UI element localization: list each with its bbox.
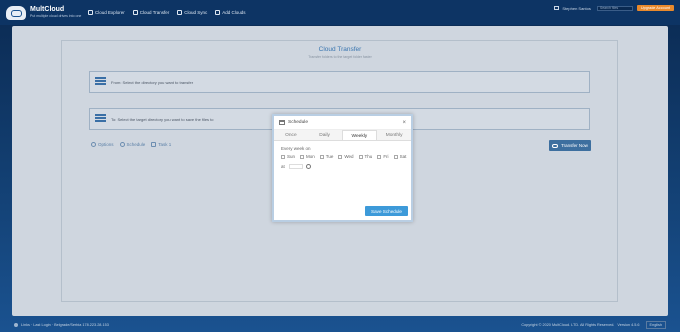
nav-label: Cloud Transfer [139,10,170,15]
user-menu[interactable]: Stephen Santos [554,5,591,11]
user-icon [554,6,560,10]
copyright: Copyright © 2020 MultCloud. LTD. All Rig… [521,322,615,327]
options-button[interactable]: Options [91,142,114,147]
time-input[interactable] [288,164,303,169]
from-label: From: Select the directory you want to t… [111,79,194,85]
schedule-dialog: Schedule × Once Daily Weekly Monthly Eve… [272,114,413,222]
cloud-logo-icon [6,5,26,20]
schedule-tabs: Once Daily Weekly Monthly [274,130,411,141]
logo-name: MultCloud [30,6,65,13]
tab-monthly[interactable]: Monthly [377,130,411,140]
nav-label: Cloud Sync [184,10,208,15]
task-label: Task 1 [158,142,172,147]
checkbox[interactable] [393,154,398,159]
nav-add-clouds[interactable]: Add Clouds [215,10,246,15]
upgrade-button[interactable]: Upgrade Account [636,5,674,11]
schedule-label: Schedule [126,142,146,147]
checkbox[interactable] [281,154,285,159]
checkbox[interactable] [338,154,343,159]
checkbox[interactable] [300,154,305,159]
add-cloud-icon [215,10,221,15]
nav-label: Cloud Explorer [95,10,125,15]
day-label: Sun [287,154,296,159]
transfer-options: Options Schedule Task 1 [91,142,177,147]
checkbox[interactable] [358,154,363,159]
day-mon[interactable]: Mon [300,154,315,159]
day-label: Sat [399,154,407,159]
cloud-transfer-icon [552,143,559,148]
transfer-icon [132,10,138,15]
from-directory-box[interactable]: From: Select the directory you want to t… [89,71,590,93]
top-navbar: MultCloud Put multiple cloud drives into… [0,0,680,25]
day-sun[interactable]: Sun [281,154,295,159]
day-wed[interactable]: Wed [338,154,354,159]
page-subtitle: Transfer folders to the target folder fa… [308,55,372,59]
footer: Links · Last Login · Belgrade/Serbia 178… [0,317,680,332]
task-icon [151,142,157,147]
language-select[interactable]: English [645,320,666,329]
nav-cloud-sync[interactable]: Cloud Sync [177,10,207,15]
settings-icon[interactable] [14,322,18,327]
gear-icon [91,142,96,147]
day-tue[interactable]: Tue [319,154,334,159]
tab-daily[interactable]: Daily [308,130,342,140]
transfer-now-button[interactable]: Transfer Now [549,140,591,151]
day-sat[interactable]: Sat [393,154,407,159]
day-label: Tue [325,154,334,159]
folder-list-icon [95,77,106,87]
options-label: Options [98,142,114,147]
tab-weekly[interactable]: Weekly [341,130,378,140]
page-title: Cloud Transfer [318,46,362,53]
schedule-button[interactable]: Schedule [119,142,146,147]
time-row: at [281,164,404,169]
user-name: Stephen Santos [562,5,591,11]
day-fri[interactable]: Fri [377,154,389,159]
day-label: Mon [306,154,315,159]
tab-once[interactable]: Once [274,130,308,140]
logo[interactable]: MultCloud Put multiple cloud drives into… [6,5,88,20]
clock-icon [119,142,125,147]
dialog-header: Schedule × [274,116,411,130]
nav-cloud-transfer[interactable]: Cloud Transfer [132,10,170,15]
version: Version 4.5.6 [617,322,640,327]
dialog-title: Schedule [288,120,309,125]
search-input[interactable]: Search files [596,5,633,11]
to-label: To: Select the target directory you want… [111,116,214,122]
nav-cloud-explorer[interactable]: Cloud Explorer [88,10,125,15]
nav-label: Add Clouds [222,10,246,15]
task-name-button[interactable]: Task 1 [151,142,171,147]
calendar-icon [279,120,285,125]
checkbox[interactable] [377,154,382,159]
folder-list-icon [95,114,106,124]
logo-tagline: Put multiple cloud drives into one [30,14,82,18]
explorer-icon [88,10,93,15]
day-label: Wed [344,154,354,159]
day-thu[interactable]: Thu [358,154,373,159]
dialog-body: Every week on Sun Mon Tue Wed Thu Fri Sa… [274,141,411,174]
transfer-now-label: Transfer Now [561,143,588,148]
header-tools: Stephen Santos Search files Upgrade Acco… [554,5,674,11]
day-label: Thu [364,154,373,159]
close-icon[interactable]: × [402,120,406,126]
checkbox[interactable] [319,154,324,159]
clock-icon[interactable] [305,164,311,169]
footer-left-text: Links · Last Login · Belgrade/Serbia 178… [21,322,109,327]
weekday-checkboxes: Sun Mon Tue Wed Thu Fri Sat [281,154,407,159]
every-week-label: Every week on [281,146,311,151]
sync-icon [177,10,183,15]
at-label: at [281,164,285,169]
day-label: Fri [383,154,389,159]
save-schedule-button[interactable]: Save Schedule [365,206,408,216]
